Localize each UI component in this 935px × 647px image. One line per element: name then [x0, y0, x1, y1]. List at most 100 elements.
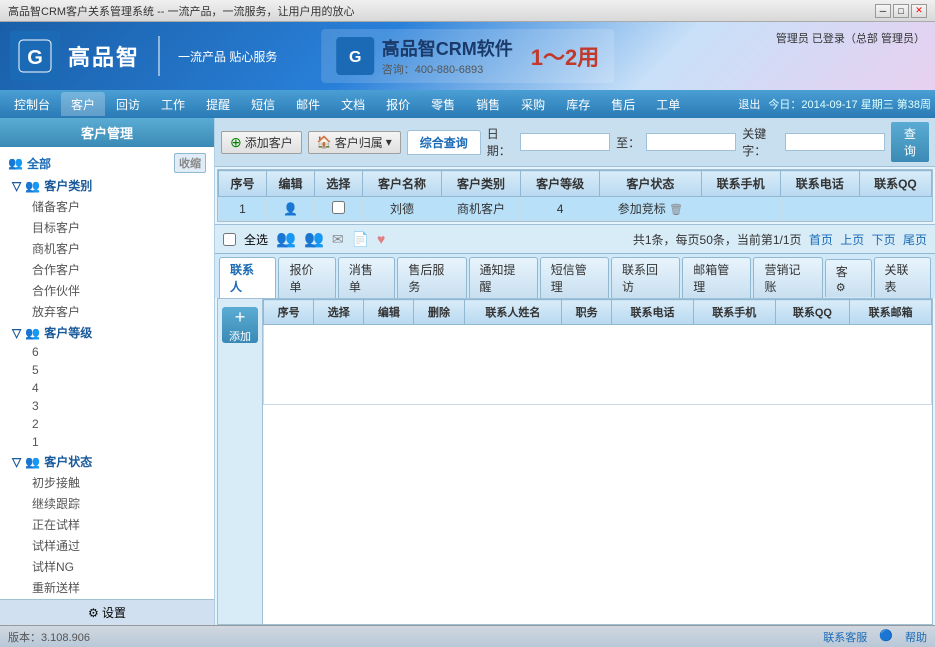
date-from-input[interactable]: [520, 133, 610, 151]
sub-col-联系电话: 联系电话: [612, 300, 694, 325]
add-contact-button[interactable]: + 添加: [222, 307, 258, 343]
content-area: ⊕ 添加客户 🏠 客户归属 ▾ 综合查询 日期： 至： 关键字： 查询: [215, 118, 935, 625]
edit-icon[interactable]: 👤: [283, 202, 298, 216]
add-btn-col: + 添加: [218, 299, 263, 624]
dropdown-icon: ▾: [386, 135, 392, 149]
tree-child-正在试样[interactable]: 正在试样: [4, 514, 210, 535]
sub-tab-5[interactable]: 短信管理: [540, 257, 609, 298]
table-row[interactable]: 1👤刘德商机客户4参加竞标 🗑: [219, 197, 932, 221]
nav-item-13[interactable]: 售后: [601, 92, 645, 116]
select-all-checkbox[interactable]: [223, 233, 236, 246]
sub-tab-9[interactable]: 客 ⚙: [825, 259, 872, 297]
next-page-btn[interactable]: 下页: [872, 233, 896, 247]
nav-item-1[interactable]: 客户: [61, 92, 105, 116]
tree-child-目标客户[interactable]: 目标客户: [4, 217, 210, 238]
add-customer-button[interactable]: ⊕ 添加客户: [221, 131, 302, 154]
collapse-button[interactable]: 收缩: [174, 153, 206, 173]
first-page-btn[interactable]: 首页: [809, 233, 833, 247]
nav-item-11[interactable]: 采购: [511, 92, 555, 116]
main-table: 序号编辑选择客户名称客户类别客户等级客户状态联系手机联系电话联系QQ 1👤刘德商…: [218, 170, 932, 221]
sub-tab-4[interactable]: 通知提醒: [469, 257, 538, 298]
nav-exit[interactable]: 退出: [738, 96, 760, 112]
tree-child-重新送样[interactable]: 重新送样: [4, 577, 210, 598]
plus-icon: +: [235, 307, 246, 328]
to-label: 至：: [616, 134, 640, 151]
nav-item-5[interactable]: 短信: [241, 92, 285, 116]
tree-child-继续跟踪[interactable]: 继续跟踪: [4, 493, 210, 514]
tree-child-合作伙伴[interactable]: 合作伙伴: [4, 280, 210, 301]
nav-item-14[interactable]: 工单: [646, 92, 690, 116]
folder-icon-status: 👥: [25, 455, 40, 469]
close-button[interactable]: ✕: [911, 4, 927, 18]
tree-child-2[interactable]: 2: [4, 415, 210, 433]
status-right: 联系客服 🔵 帮助: [823, 629, 927, 645]
group-label: 客户类别: [44, 177, 92, 194]
tree-child-4[interactable]: 4: [4, 379, 210, 397]
nav-item-4[interactable]: 提醒: [196, 92, 240, 116]
tree-child-1[interactable]: 1: [4, 433, 210, 451]
help-icon: 🔵: [879, 629, 893, 645]
sub-tab-6[interactable]: 联系回访: [611, 257, 680, 298]
settings-btn[interactable]: ⚙ 设置: [0, 599, 214, 625]
tree-child-试样NG[interactable]: 试样NG: [4, 556, 210, 577]
prev-page-btn[interactable]: 上页: [840, 233, 864, 247]
sub-table-head: 序号选择编辑删除联系人姓名职务联系电话联系手机联系QQ联系邮箱: [264, 300, 932, 325]
nav-item-7[interactable]: 文档: [331, 92, 375, 116]
slogan: 一流产品 贴心服务: [178, 48, 277, 65]
row-checkbox[interactable]: [332, 201, 345, 214]
keyword-input[interactable]: [785, 133, 885, 151]
tab-comprehensive[interactable]: 综合查询: [407, 130, 481, 155]
tree-child-6[interactable]: 6: [4, 343, 210, 361]
sub-tab-10[interactable]: 关联表: [874, 257, 931, 298]
sub-tab-8[interactable]: 营销记账: [753, 257, 822, 298]
sub-tab-2[interactable]: 消售单: [338, 257, 395, 298]
tree-group-level[interactable]: ▽ 👥 客户等级: [4, 322, 210, 343]
tree-group-status[interactable]: ▽ 👥 客户状态: [4, 451, 210, 472]
maximize-button[interactable]: □: [893, 4, 909, 18]
icon-1: 👥: [276, 229, 296, 249]
sub-col-联系QQ: 联系QQ: [775, 300, 850, 325]
tree-child-商机客户[interactable]: 商机客户: [4, 238, 210, 259]
col-联系QQ: 联系QQ: [859, 171, 931, 197]
nav-item-3[interactable]: 工作: [151, 92, 195, 116]
tree-child-试样通过[interactable]: 试样通过: [4, 535, 210, 556]
keyword-label: 关键字：: [742, 125, 779, 159]
nav-item-9[interactable]: 零售: [421, 92, 465, 116]
select-all-label: 全选: [244, 231, 268, 248]
nav-bar: 控制台客户回访工作提醒短信邮件文档报价零售销售采购库存售后工单 退出 今日：20…: [0, 90, 935, 118]
date-label: 日期：: [487, 125, 514, 159]
sub-tab-3[interactable]: 售后服务: [397, 257, 466, 298]
center-logo: G 高品智CRM软件 咨询：400-880-6893 1～2用: [321, 29, 614, 83]
tree-child-3[interactable]: 3: [4, 397, 210, 415]
nav-item-8[interactable]: 报价: [376, 92, 420, 116]
sub-col-选择: 选择: [314, 300, 364, 325]
people-icon: 👥: [8, 156, 23, 170]
nav-item-6[interactable]: 邮件: [286, 92, 330, 116]
tree-child-初步接触[interactable]: 初步接触: [4, 472, 210, 493]
search-button[interactable]: 查询: [891, 122, 929, 162]
tree-group-category[interactable]: ▽ 👥 客户类别: [4, 175, 210, 196]
sub-tabs: 联系人报价单消售单售后服务通知提醒短信管理联系回访邮箱管理营销记账客 ⚙关联表: [215, 253, 935, 298]
help-link[interactable]: 帮助: [905, 629, 927, 645]
last-page-btn[interactable]: 尾页: [903, 233, 927, 247]
tree-root-all[interactable]: 👥 全部 收缩: [4, 151, 210, 175]
tree-child-储备客户[interactable]: 储备客户: [4, 196, 210, 217]
sub-tab-0[interactable]: 联系人: [219, 257, 276, 298]
customer-service-link[interactable]: 联系客服: [823, 629, 867, 645]
date-to-input[interactable]: [646, 133, 736, 151]
main-content: 客户管理 👥 全部 收缩 ▽ 👥 客户类别 储备客户目标客户商机客户合作客户合作…: [0, 118, 935, 625]
tree-child-5[interactable]: 5: [4, 361, 210, 379]
customer-home-button[interactable]: 🏠 客户归属 ▾: [308, 131, 401, 154]
title-text: 高品智CRM客户关系管理系统 -- 一流产品，一流服务，让用户用的放心: [8, 3, 355, 19]
nav-item-12[interactable]: 库存: [556, 92, 600, 116]
sub-tab-1[interactable]: 报价单: [278, 257, 335, 298]
tree-child-合作客户[interactable]: 合作客户: [4, 259, 210, 280]
sub-tab-7[interactable]: 邮箱管理: [682, 257, 751, 298]
header-divider: [158, 36, 160, 76]
nav-item-2[interactable]: 回访: [106, 92, 150, 116]
tree-child-放弃客户[interactable]: 放弃客户: [4, 301, 210, 322]
nav-item-0[interactable]: 控制台: [4, 92, 60, 116]
nav-item-10[interactable]: 销售: [466, 92, 510, 116]
minimize-button[interactable]: ─: [875, 4, 891, 18]
sidebar-header: 客户管理: [0, 118, 214, 147]
